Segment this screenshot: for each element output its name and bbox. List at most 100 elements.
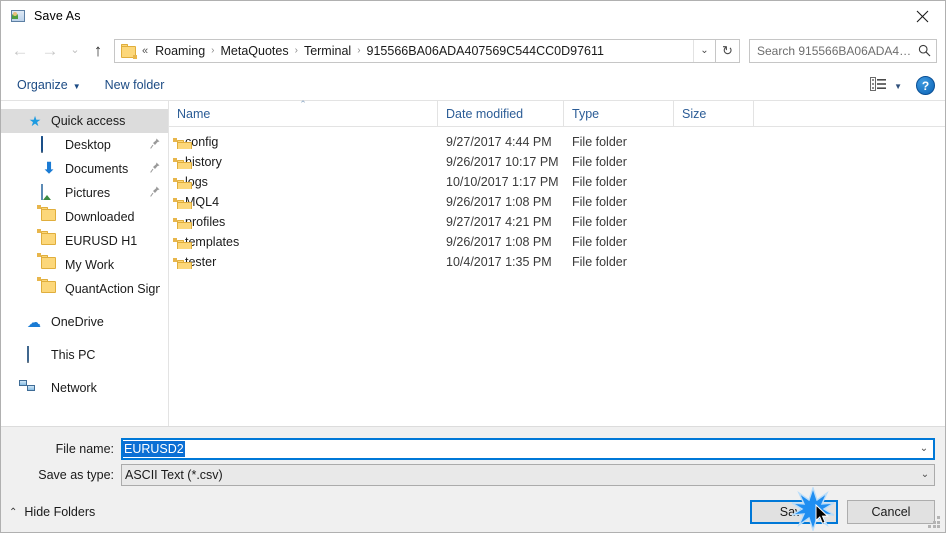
recent-locations-icon[interactable]: ⌄ — [65, 36, 85, 66]
sidebar-item-onedrive[interactable]: ☁ OneDrive — [1, 310, 168, 334]
sidebar-item-label: QuantAction Signal — [65, 282, 160, 296]
chevron-right-icon: › — [294, 45, 298, 56]
address-dropdown-icon[interactable]: ⌄ — [693, 39, 715, 62]
command-bar-right: ▼ ? — [870, 70, 935, 101]
folder-icon — [37, 253, 57, 273]
breadcrumb-item-roaming[interactable]: Roaming — [153, 44, 207, 58]
breadcrumb-item-terminal[interactable]: Terminal — [302, 44, 353, 58]
new-folder-button[interactable]: New folder — [105, 78, 165, 92]
star-icon: ★ — [28, 113, 42, 129]
navigation-pane: ★ Quick access Desktop ⬇ Documents Pictu… — [1, 101, 169, 426]
sort-ascending-icon: ⌃ — [299, 98, 307, 109]
help-button[interactable]: ? — [916, 76, 935, 95]
sidebar-item-label: This PC — [51, 348, 96, 362]
breadcrumb-item-metaquotes[interactable]: MetaQuotes — [219, 44, 291, 58]
table-row[interactable]: MQL4 9/26/2017 1:08 PM File folder — [169, 192, 945, 212]
address-bar[interactable]: « Roaming › MetaQuotes › Terminal › 9155… — [114, 38, 716, 63]
column-header-label: Size — [682, 106, 707, 121]
sidebar-item-label: Network — [51, 381, 97, 395]
back-icon[interactable]: ← — [5, 36, 35, 66]
chevron-down-icon[interactable]: ⌄ — [916, 465, 934, 485]
sidebar-item-downloaded[interactable]: Downloaded — [1, 205, 168, 229]
refresh-icon[interactable]: ↻ — [716, 38, 740, 63]
table-row[interactable]: history 9/26/2017 10:17 PM File folder — [169, 152, 945, 172]
save-as-dialog: Save As ← → ⌄ ↑ « Roaming › MetaQuotes ›… — [0, 0, 946, 533]
chevron-right-icon: › — [357, 45, 361, 56]
command-bar: Organize ▼ New folder ▼ ? — [1, 70, 945, 101]
row-date-cell: 9/26/2017 1:08 PM — [446, 195, 552, 209]
pin-icon — [150, 138, 160, 152]
sidebar-item-pictures[interactable]: Pictures — [1, 181, 168, 205]
table-row[interactable]: tester 10/4/2017 1:35 PM File folder — [169, 252, 945, 272]
cloud-icon: ☁ — [27, 314, 41, 330]
sidebar-item-my-work[interactable]: My Work — [1, 253, 168, 277]
table-row[interactable]: templates 9/26/2017 1:08 PM File folder — [169, 232, 945, 252]
cancel-button[interactable]: Cancel — [847, 500, 935, 524]
monitor-icon — [41, 136, 57, 153]
file-list-pane: ⌃ Name Date modified Type Size config 9/… — [169, 98, 945, 426]
save-as-type-value: ASCII Text (*.csv) — [125, 467, 223, 482]
resize-grip[interactable] — [928, 516, 941, 529]
row-type-cell: File folder — [572, 235, 627, 249]
column-header-type[interactable]: Type — [564, 100, 674, 127]
file-name-label: File name: — [55, 441, 114, 456]
change-view-button[interactable]: ▼ — [870, 77, 902, 94]
row-type-cell: File folder — [572, 135, 627, 149]
folder-icon — [37, 205, 57, 225]
save-as-app-icon — [10, 8, 26, 24]
sidebar-item-quantaction-signal[interactable]: QuantAction Signal — [1, 277, 168, 301]
save-as-type-label: Save as type: — [38, 467, 114, 482]
column-header-name[interactable]: ⌃ Name — [169, 98, 438, 127]
sidebar-item-label: Desktop — [65, 138, 111, 152]
sidebar-item-documents[interactable]: ⬇ Documents — [1, 157, 168, 181]
column-header-date-modified[interactable]: Date modified — [438, 100, 564, 127]
sidebar-item-network[interactable]: Network — [1, 376, 168, 400]
column-header-label: Name — [177, 106, 211, 121]
chevron-right-icon: › — [211, 45, 215, 56]
close-icon[interactable] — [899, 1, 945, 31]
table-row[interactable]: logs 10/10/2017 1:17 PM File folder — [169, 172, 945, 192]
row-date-cell: 9/27/2017 4:44 PM — [446, 135, 552, 149]
download-arrow-icon: ⬇ — [42, 160, 56, 177]
title-bar: Save As — [1, 1, 945, 31]
row-type-cell: File folder — [572, 155, 627, 169]
breadcrumb-item-terminal-id[interactable]: 915566BA06ADA407569C544CC0D97611 — [365, 44, 606, 58]
address-folder-icon — [121, 43, 137, 59]
search-placeholder: Search 915566BA06ADA40756... — [757, 43, 916, 58]
row-name-cell: profiles — [169, 215, 438, 229]
organize-button[interactable]: Organize ▼ — [17, 78, 81, 92]
save-as-type-select[interactable]: ASCII Text (*.csv) ⌄ — [121, 463, 935, 486]
sidebar-item-desktop[interactable]: Desktop — [1, 133, 168, 157]
sidebar-item-label: OneDrive — [51, 315, 104, 329]
hide-folders-button[interactable]: ⌃ Hide Folders — [9, 505, 95, 519]
save-as-type-row: Save as type: ASCII Text (*.csv) ⌄ — [1, 463, 945, 486]
forward-icon[interactable]: → — [35, 36, 65, 66]
row-type-cell: File folder — [572, 255, 627, 269]
row-name-cell: tester — [169, 255, 438, 269]
picture-icon — [41, 184, 57, 201]
sidebar-item-quick-access[interactable]: ★ Quick access — [1, 109, 168, 133]
breadcrumb-overflow-icon[interactable]: « — [142, 45, 148, 57]
row-name-label: templates — [185, 235, 240, 249]
pin-icon — [150, 162, 160, 176]
hide-folders-label: Hide Folders — [24, 505, 96, 519]
chevron-down-icon[interactable]: ⌄ — [915, 440, 933, 458]
search-input[interactable]: Search 915566BA06ADA40756... — [749, 38, 937, 63]
footer-buttons: Save Cancel — [750, 500, 935, 524]
file-rows: config 9/27/2017 4:44 PM File folder his… — [169, 127, 945, 426]
column-header-size[interactable]: Size — [674, 100, 754, 127]
save-button[interactable]: Save — [750, 500, 838, 524]
table-row[interactable]: config 9/27/2017 4:44 PM File folder — [169, 132, 945, 152]
search-icon[interactable] — [916, 44, 932, 57]
up-icon[interactable]: ↑ — [85, 36, 111, 66]
pin-icon — [150, 186, 160, 200]
file-name-input[interactable]: EURUSD2 ⌄ — [121, 437, 935, 460]
pc-icon — [27, 346, 43, 363]
folder-icon — [37, 229, 57, 249]
sidebar-item-eurusd-h1[interactable]: EURUSD H1 — [1, 229, 168, 253]
table-row[interactable]: profiles 9/27/2017 4:21 PM File folder — [169, 212, 945, 232]
sidebar-item-this-pc[interactable]: This PC — [1, 343, 168, 367]
